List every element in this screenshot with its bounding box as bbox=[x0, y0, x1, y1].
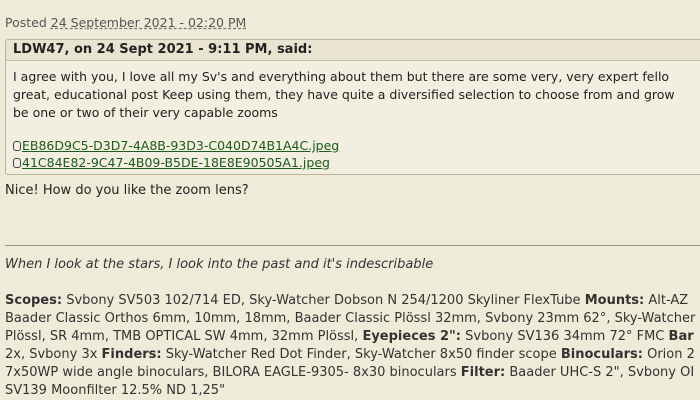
finders-label: Finders: bbox=[101, 347, 162, 362]
mounts-label: Mounts: bbox=[584, 293, 645, 308]
barlow-text: 2x, Svbony 3x bbox=[5, 347, 102, 362]
quote-line: be one or two of their very capable zoom… bbox=[13, 105, 278, 120]
equipment-line: SV139 Moonfilter 12.5% ND 1,25" bbox=[5, 383, 226, 398]
scopes-label: Scopes: bbox=[5, 293, 63, 308]
equipment-line: Baader Classic Orthos 6mm, 10mm, 18mm, B… bbox=[5, 311, 696, 326]
scopes-text: Svbony SV503 102/714 ED, Sky-Watcher Dob… bbox=[62, 293, 585, 308]
equipment-line: 2x, Svbony 3x Finders: Sky-Watcher Red D… bbox=[5, 346, 700, 364]
filter-text: Baader UHC-S 2", Svbony OI bbox=[505, 365, 695, 380]
quote-line: I agree with you, I love all my Sv's and… bbox=[13, 69, 670, 84]
quote-body: I agree with you, I love all my Sv's and… bbox=[6, 61, 700, 171]
attachment-icon bbox=[13, 141, 21, 151]
attachment-item: EB86D9C5-D3D7-4A8B-93D3-C040D74B1A4C.jpe… bbox=[13, 137, 700, 154]
quote-block: LDW47, on 24 Sept 2021 - 9:11 PM, said: … bbox=[5, 39, 700, 175]
attachment-icon bbox=[13, 158, 21, 168]
finders-text: Sky-Watcher Red Dot Finder, Sky-Watcher … bbox=[161, 347, 561, 362]
equipment-line: Scopes: Svbony SV503 102/714 ED, Sky-Wat… bbox=[5, 292, 700, 310]
posted-prefix: Posted bbox=[5, 15, 47, 30]
attachment-link[interactable]: 41C84E82-9C47-4B09-B5DE-18E8E90505A1.jpe… bbox=[22, 155, 330, 170]
binoculars-text-cont: 7x50WP wide angle binoculars, BILORA EAG… bbox=[5, 365, 461, 380]
barlow-label: Bar bbox=[668, 329, 694, 344]
quote-line: great, educational post Keep using them,… bbox=[13, 87, 675, 102]
eyepieces-2-text: Svbony SV136 34mm 72° FMC bbox=[461, 329, 669, 344]
post-reply-text: Nice! How do you like the zoom lens? bbox=[5, 183, 249, 198]
filter-label: Filter: bbox=[460, 365, 506, 380]
signature-quote: When I look at the stars, I look into th… bbox=[5, 257, 434, 272]
eyepieces-text: Plössl, SR 4mm, TMB OPTICAL SW 4mm, 32mm… bbox=[5, 329, 363, 344]
equipment-line: 7x50WP wide angle binoculars, BILORA EAG… bbox=[5, 364, 700, 382]
binoculars-label: Binoculars: bbox=[560, 347, 643, 362]
mounts-text: Alt-AZ bbox=[644, 293, 689, 308]
attachment-link[interactable]: EB86D9C5-D3D7-4A8B-93D3-C040D74B1A4C.jpe… bbox=[22, 138, 339, 153]
attachment-list: EB86D9C5-D3D7-4A8B-93D3-C040D74B1A4C.jpe… bbox=[13, 137, 700, 171]
forum-post: Posted 24 September 2021 - 02:20 PM LDW4… bbox=[0, 0, 700, 400]
posted-date[interactable]: 24 September 2021 - 02:20 PM bbox=[51, 15, 247, 30]
eyepieces-2-label: Eyepieces 2": bbox=[362, 329, 461, 344]
equipment-list: Scopes: Svbony SV503 102/714 ED, Sky-Wat… bbox=[5, 292, 700, 400]
quote-header: LDW47, on 24 Sept 2021 - 9:11 PM, said: bbox=[6, 40, 700, 61]
binoculars-text: Orion 2 bbox=[642, 347, 695, 362]
equipment-line: Plössl, SR 4mm, TMB OPTICAL SW 4mm, 32mm… bbox=[5, 328, 700, 346]
signature: When I look at the stars, I look into th… bbox=[5, 257, 700, 400]
signature-divider bbox=[5, 245, 700, 246]
post-meta: Posted 24 September 2021 - 02:20 PM bbox=[5, 15, 246, 30]
attachment-item: 41C84E82-9C47-4B09-B5DE-18E8E90505A1.jpe… bbox=[13, 154, 700, 171]
